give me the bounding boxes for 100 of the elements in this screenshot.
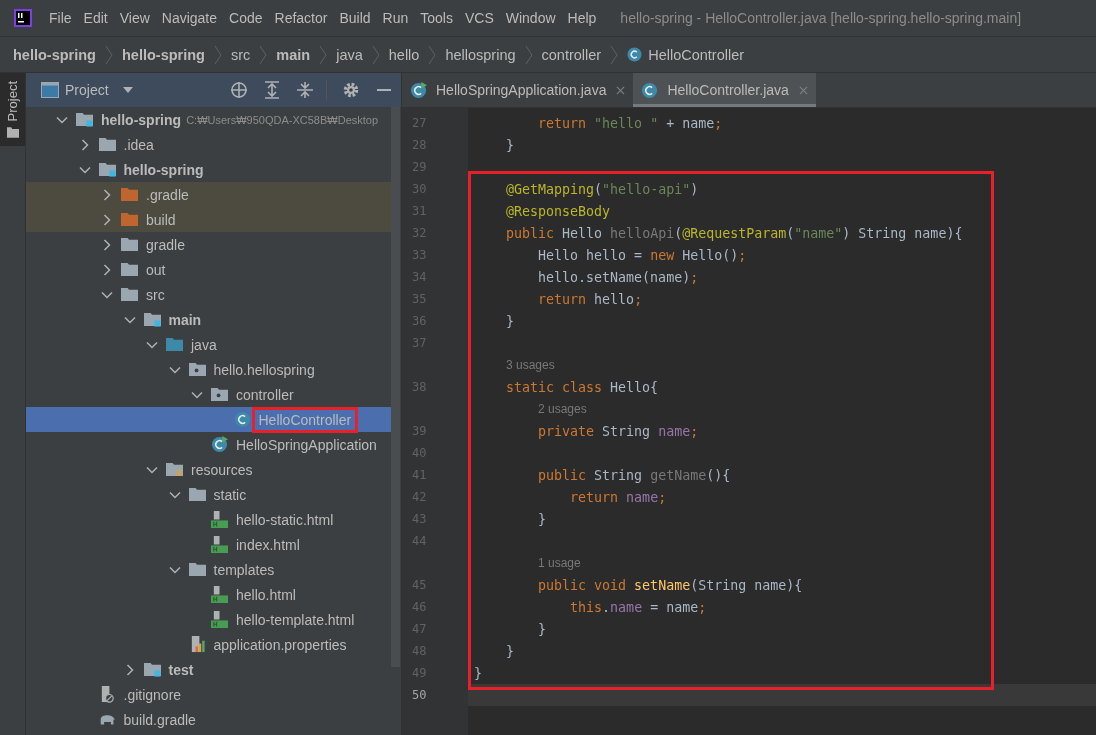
scrollbar[interactable] — [391, 107, 400, 667]
menu-item[interactable]: Run — [382, 10, 409, 26]
chevron-right-icon[interactable] — [101, 238, 113, 251]
code-line: public String getName(){ — [537, 467, 731, 483]
tree-item[interactable]: main — [26, 307, 391, 332]
tree-item[interactable]: .gitignore — [26, 682, 391, 707]
breadcrumb-item[interactable]: HelloController — [648, 46, 745, 63]
code-line: return "hello " + name; — [537, 115, 723, 131]
folder-icon — [143, 661, 161, 678]
chevron-icon — [524, 44, 533, 65]
tree-item[interactable]: test — [26, 657, 391, 682]
tree-item[interactable]: hello.html — [26, 582, 391, 607]
menu-item[interactable]: Help — [567, 10, 597, 26]
menu-item[interactable]: VCS — [464, 10, 494, 26]
menu-item[interactable]: Navigate — [161, 10, 218, 26]
folder-icon — [211, 386, 228, 403]
tree-item[interactable]: build.gradle — [26, 707, 391, 732]
menu-item[interactable]: Code — [229, 10, 263, 26]
menu-item[interactable]: Window — [505, 10, 556, 26]
chevron-icon — [428, 44, 437, 65]
tree-item[interactable]: application.properties — [26, 632, 391, 657]
tree-item[interactable]: gradle — [26, 232, 391, 257]
folder-icon — [98, 136, 116, 153]
usages-hint[interactable]: 3 usages — [474, 358, 555, 372]
dropdown-caret-icon[interactable] — [122, 87, 133, 93]
tree-item[interactable]: resources — [26, 457, 391, 482]
breadcrumb-item[interactable]: hello-spring — [13, 46, 96, 63]
code-line: } — [505, 643, 515, 659]
chevron-right-icon[interactable] — [101, 263, 113, 276]
menu-item[interactable]: Tools — [420, 10, 453, 26]
folder-icon — [121, 186, 138, 203]
tree-item[interactable]: out — [26, 257, 391, 282]
folder-icon — [188, 361, 206, 378]
window-title: hello-spring - HelloController.java [hello-spring.hello-spring.main] — [620, 10, 1022, 26]
menu-item[interactable]: File — [49, 10, 72, 26]
tree-item[interactable]: .gradle — [26, 182, 391, 207]
folder-icon — [6, 127, 19, 139]
chevron-icon — [259, 44, 268, 65]
breadcrumb-item[interactable]: hellospring — [445, 46, 516, 63]
editor-tab[interactable]: HelloSpringApplication.java — [402, 73, 634, 107]
tree-item[interactable]: hello-template.html — [26, 607, 391, 632]
line-number: 50 — [412, 688, 427, 702]
tree-item[interactable]: hello.hellospring — [26, 357, 391, 382]
chevron-icon — [105, 44, 113, 65]
editor-tab[interactable]: HelloController.java — [633, 73, 816, 107]
settings-icon[interactable] — [342, 81, 360, 99]
tree-item[interactable]: java — [26, 332, 391, 357]
class-icon — [233, 411, 251, 428]
breadcrumb-item[interactable]: main — [276, 46, 311, 63]
code-line: Hello hello = new Hello(); — [537, 247, 747, 263]
chevron-icon — [371, 44, 380, 65]
breadcrumb-item[interactable]: src — [230, 46, 251, 63]
class-icon — [627, 47, 643, 62]
tree-item[interactable]: controller — [26, 382, 391, 407]
code-line: @ResponseBody — [505, 203, 611, 219]
class-icon — [641, 81, 659, 99]
menu-item[interactable]: Edit — [83, 10, 108, 26]
menu-item[interactable]: Build — [339, 10, 371, 26]
usages-hint[interactable]: 2 usages — [474, 402, 587, 416]
chevron-right-icon[interactable] — [101, 213, 113, 226]
tree-item[interactable]: hello-static.html — [26, 507, 391, 532]
class-icon — [211, 436, 228, 453]
chevron-icon — [610, 44, 619, 65]
code-line: @GetMapping("hello-api") — [505, 181, 699, 197]
code-line: } — [537, 621, 547, 637]
code-line: public Hello helloApi(@RequestParam("name") String name){ — [505, 225, 963, 241]
menu-item[interactable]: Refactor — [274, 10, 328, 26]
collapse-all-icon[interactable] — [296, 81, 314, 99]
close-icon[interactable] — [616, 85, 626, 95]
code-line: } — [537, 511, 547, 527]
tree-item[interactable]: build — [26, 207, 391, 232]
folder-icon — [188, 561, 206, 578]
folder-icon — [121, 261, 138, 278]
project-view-title[interactable]: Project — [65, 82, 109, 98]
code-line: return name; — [569, 489, 667, 505]
code-line: public void setName(String name){ — [537, 577, 803, 593]
breadcrumb-item[interactable]: controller — [541, 46, 602, 63]
breadcrumb-item[interactable]: hello-spring — [122, 46, 205, 63]
html-file-icon — [211, 611, 228, 628]
expand-all-icon[interactable] — [263, 81, 281, 99]
tree-item[interactable]: hello-spring C:₩Users₩950QDA-XC58B₩Desktop — [26, 107, 391, 132]
code-line: private String name; — [537, 423, 699, 439]
window-icon — [41, 82, 59, 98]
run-class-icon — [410, 81, 427, 99]
tree-item[interactable]: static — [26, 482, 391, 507]
breadcrumb-item[interactable]: java — [336, 46, 363, 63]
menu-item[interactable]: View — [119, 10, 150, 26]
tree-item[interactable]: templates — [26, 557, 391, 582]
tree-item[interactable]: HelloSpringApplication — [26, 432, 391, 457]
tree-item[interactable]: .idea — [26, 132, 391, 157]
project-tool-tab[interactable]: Project — [0, 73, 25, 147]
tree-item[interactable]: index.html — [26, 532, 391, 557]
code-line: static class Hello{ — [505, 379, 659, 395]
breadcrumb-item[interactable]: hello — [388, 46, 420, 63]
folder-icon — [121, 286, 138, 303]
chevron-right-icon[interactable] — [101, 188, 113, 201]
locate-icon[interactable] — [230, 81, 248, 99]
tree-item[interactable]: src — [26, 282, 391, 307]
usages-hint[interactable]: 1 usage — [474, 556, 581, 570]
tree-item[interactable]: hello-spring — [26, 157, 391, 182]
